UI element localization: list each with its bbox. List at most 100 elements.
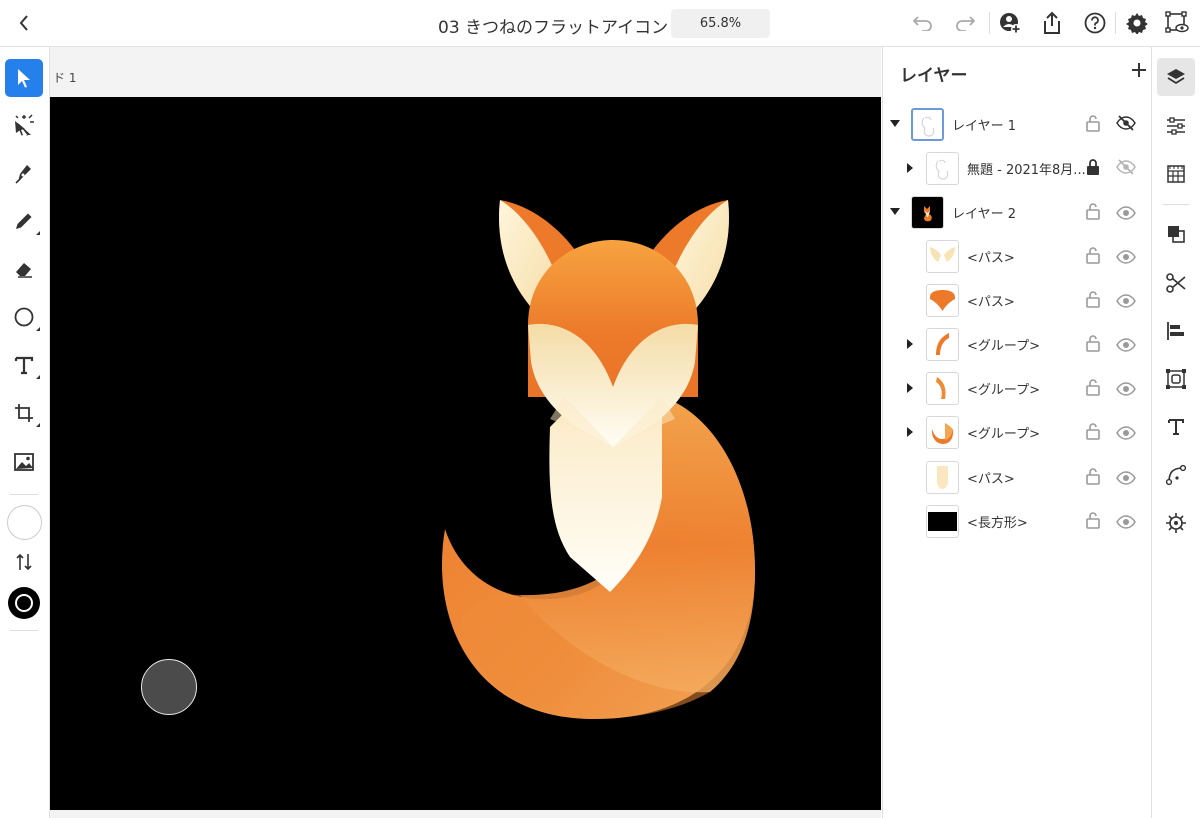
touch-shortcut-button[interactable] <box>141 659 197 715</box>
top-bar: 03 きつねのフラットアイコン 65.8% <box>0 0 1200 47</box>
expand-caret-icon[interactable] <box>907 163 913 173</box>
layer-name: 無題 - 2021年8月... <box>967 163 1086 178</box>
pen-tool[interactable] <box>5 154 43 192</box>
pencil-tool[interactable] <box>5 202 43 240</box>
share-icon[interactable] <box>1040 11 1064 35</box>
layer-row[interactable]: <パス> <box>883 278 1150 322</box>
visibility-eye-icon[interactable] <box>1116 205 1136 220</box>
scissors-icon[interactable] <box>1161 268 1191 298</box>
crop-transform-tool[interactable] <box>5 394 43 432</box>
swap-colors-icon[interactable] <box>15 552 33 576</box>
lock-open-icon[interactable] <box>1085 378 1101 396</box>
invite-user-icon[interactable] <box>998 11 1022 35</box>
grid-ruler-icon[interactable] <box>1161 159 1191 189</box>
help-icon[interactable] <box>1083 11 1107 35</box>
expand-caret-icon[interactable] <box>907 383 913 393</box>
fill-color-swatch[interactable] <box>7 505 42 540</box>
layer-thumbnail <box>926 372 959 405</box>
document-title[interactable]: 03 きつねのフラットアイコン <box>438 13 668 38</box>
visibility-eye-icon[interactable] <box>1116 470 1136 485</box>
pencil-icon <box>16 213 32 229</box>
lock-open-icon[interactable] <box>1085 422 1101 440</box>
settings-gear-icon[interactable] <box>1125 11 1149 35</box>
lock-open-icon[interactable] <box>1085 246 1101 264</box>
layer-thumbnail <box>926 505 959 538</box>
plugins-gear-icon[interactable] <box>1161 508 1191 538</box>
shape-tool[interactable] <box>5 298 43 336</box>
layer-row[interactable]: <グループ> <box>883 322 1150 366</box>
undo-icon[interactable] <box>911 11 935 35</box>
direct-selection-tool[interactable] <box>5 106 43 144</box>
path-curve-icon[interactable] <box>1161 460 1191 490</box>
circle-shape-icon <box>14 307 34 327</box>
preview-icon[interactable] <box>1165 11 1189 35</box>
layer-row[interactable]: <長方形> <box>883 499 1150 543</box>
type-tool[interactable] <box>5 346 43 384</box>
layer-row[interactable]: <パス> <box>883 455 1150 499</box>
properties-sliders-icon[interactable] <box>1161 111 1191 141</box>
magic-selection-icon <box>15 114 34 136</box>
lock-closed-icon[interactable] <box>1085 158 1101 176</box>
layer-name: <グループ> <box>967 383 1041 398</box>
back-chevron-icon[interactable] <box>14 11 34 35</box>
layer-name: <パス> <box>967 251 1015 266</box>
lock-open-icon[interactable] <box>1085 511 1101 529</box>
layer-row[interactable]: レイヤー 2 <box>883 190 1150 234</box>
collapse-caret-icon[interactable] <box>890 120 900 127</box>
type-t-icon <box>14 356 34 375</box>
eraser-icon <box>16 263 32 278</box>
layer-thumbnail <box>911 196 944 229</box>
visibility-eye-icon[interactable] <box>1116 249 1136 264</box>
layer-thumbnail <box>926 461 959 494</box>
layer-name: <パス> <box>967 472 1015 487</box>
layer-name: <パス> <box>967 295 1015 310</box>
visibility-eye-icon[interactable] <box>1116 337 1136 352</box>
layer-name: レイヤー 2 <box>952 207 1017 222</box>
layer-row[interactable]: 無題 - 2021年8月... <box>883 146 1150 190</box>
visibility-eye-icon[interactable] <box>1116 425 1136 440</box>
selection-tool[interactable] <box>5 59 43 97</box>
lock-open-icon[interactable] <box>1085 467 1101 485</box>
visibility-hidden-icon[interactable] <box>1116 159 1136 175</box>
redo-icon[interactable] <box>953 11 977 35</box>
place-image-tool[interactable] <box>5 443 43 481</box>
visibility-eye-icon[interactable] <box>1116 514 1136 529</box>
layer-row[interactable]: <パス> <box>883 234 1150 278</box>
pathfinder-icon[interactable] <box>1161 219 1191 249</box>
stroke-color-swatch[interactable] <box>8 587 40 619</box>
visibility-eye-icon[interactable] <box>1116 293 1136 308</box>
layers-panel-title: レイヤー <box>900 66 968 86</box>
eraser-tool[interactable] <box>5 250 43 288</box>
layer-row[interactable]: レイヤー 1 <box>883 102 1150 146</box>
add-layer-icon[interactable] <box>1129 60 1149 80</box>
visibility-eye-icon[interactable] <box>1116 381 1136 396</box>
arrow-pointer-icon <box>18 69 30 88</box>
layer-row[interactable]: <グループ> <box>883 366 1150 410</box>
layer-name: レイヤー 1 <box>952 119 1017 134</box>
visibility-hidden-icon[interactable] <box>1116 115 1136 131</box>
crop-icon <box>15 404 33 422</box>
layer-thumbnail <box>926 152 959 185</box>
artboard-label: ド 1 <box>53 71 77 85</box>
layer-thumbnail <box>926 240 959 273</box>
expand-caret-icon[interactable] <box>907 339 913 349</box>
layer-thumbnail <box>926 328 959 361</box>
pen-nib-icon <box>15 165 31 184</box>
layer-name: <長方形> <box>967 516 1028 531</box>
layer-thumbnail <box>926 416 959 449</box>
lock-open-icon[interactable] <box>1085 334 1101 352</box>
lock-open-icon[interactable] <box>1085 290 1101 308</box>
lock-open-icon[interactable] <box>1085 114 1101 132</box>
align-left-icon[interactable] <box>1161 316 1191 346</box>
layer-name: <グループ> <box>967 339 1041 354</box>
zoom-level[interactable]: 65.8% <box>671 9 770 38</box>
expand-caret-icon[interactable] <box>907 427 913 437</box>
collapse-caret-icon[interactable] <box>890 208 900 215</box>
layer-name: <グループ> <box>967 427 1041 442</box>
lock-open-icon[interactable] <box>1085 202 1101 220</box>
image-icon <box>14 453 34 471</box>
layers-icon[interactable] <box>1157 58 1195 96</box>
text-properties-icon[interactable] <box>1161 412 1191 442</box>
transform-icon[interactable] <box>1161 364 1191 394</box>
layer-row[interactable]: <グループ> <box>883 410 1150 454</box>
